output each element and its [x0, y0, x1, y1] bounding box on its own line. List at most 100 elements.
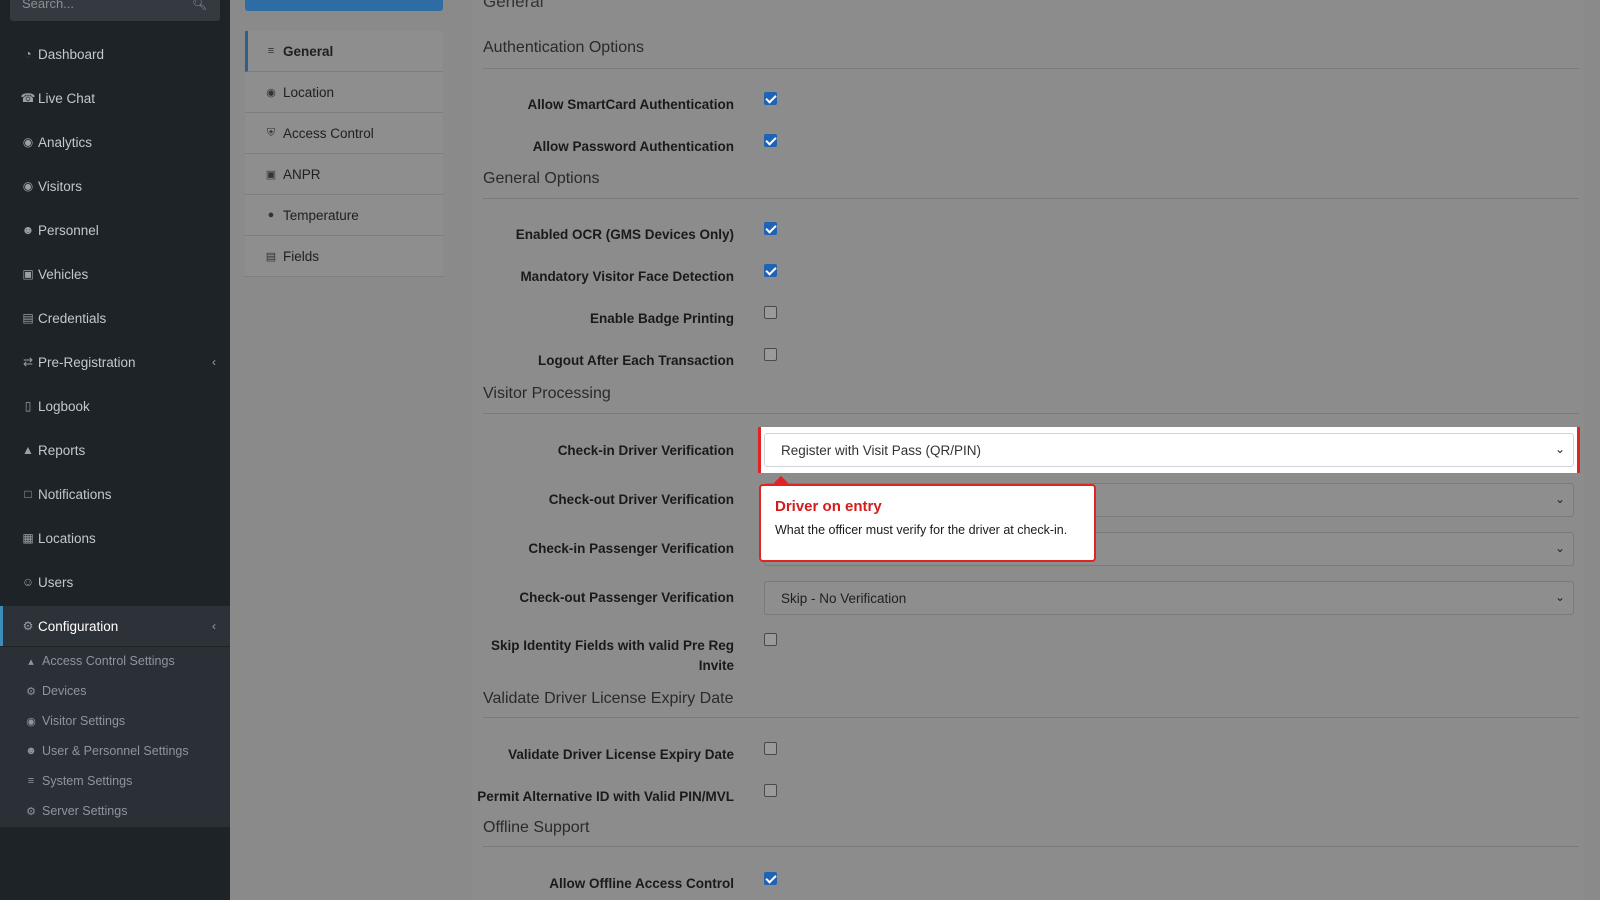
page-title: General [483, 0, 544, 11]
sidebar-item-configuration[interactable]: ⚙ Configuration ‹ [0, 606, 230, 646]
permit-alt-id-checkbox[interactable] [764, 784, 777, 797]
chevron-left-icon: ‹ [212, 355, 216, 369]
checkin-passenger-label: Check-in Passenger Verification [528, 541, 734, 556]
sliders-icon: ≡ [27, 775, 35, 787]
chevron-down-icon: ⌄ [1554, 492, 1565, 506]
face-detection-checkbox[interactable] [764, 264, 777, 277]
sidebar-item-vehicles[interactable]: ▣ Vehicles [0, 254, 230, 294]
subnav-label: System Settings [42, 774, 133, 788]
sidebar-search[interactable]: 🔍︎ [10, 0, 220, 21]
ocr-checkbox[interactable] [764, 222, 777, 235]
divider [483, 413, 1579, 414]
tooltip: Driver on entry What the officer must ve… [759, 484, 1096, 562]
chart-icon: ▲ [22, 443, 34, 457]
building-icon: ▦ [22, 531, 34, 545]
validate-license-checkbox[interactable] [764, 742, 777, 755]
subnav-label: User & Personnel Settings [42, 744, 189, 758]
sidebar-item-visitors[interactable]: ◉ Visitors [0, 166, 230, 206]
badge-printing-checkbox[interactable] [764, 306, 777, 319]
sidebar-item-label: Notifications [38, 486, 112, 502]
subnav-system-settings[interactable]: ≡ System Settings [0, 767, 230, 795]
logout-checkbox[interactable] [764, 348, 777, 361]
checkout-passenger-select[interactable]: Skip - No Verification ⌄ [764, 581, 1574, 615]
subnav-label: Server Settings [42, 804, 128, 818]
divider [483, 68, 1579, 69]
settings-tab-label: Fields [283, 248, 320, 264]
subnav-access-control-settings[interactable]: ▴ Access Control Settings [0, 647, 230, 675]
settings-action-button[interactable] [245, 0, 443, 11]
sidebar-item-pre-registration[interactable]: ⇄ Pre-Registration ‹ [0, 342, 230, 382]
eye-icon: ◉ [26, 715, 36, 728]
settings-tab-location[interactable]: ◉ Location [245, 72, 443, 113]
skip-identity-checkbox[interactable] [764, 633, 777, 646]
sidebar-item-dashboard[interactable]: ◔ Dashboard [0, 34, 230, 74]
checkin-driver-select[interactable]: Register with Visit Pass (QR/PIN) ⌄ [764, 433, 1574, 467]
skip-identity-label-line1: Skip Identity Fields with valid Pre Reg [490, 638, 734, 653]
form-icon: ▤ [265, 250, 277, 263]
sliders-icon: ≡ [267, 45, 275, 57]
sidebar-item-label: Dashboard [38, 46, 105, 62]
password-checkbox[interactable] [764, 134, 777, 147]
subnav-devices[interactable]: ⚙ Devices [0, 677, 230, 705]
chevron-left-icon: ‹ [212, 619, 216, 633]
settings-tab-label: Temperature [283, 207, 359, 223]
settings-tab-fields[interactable]: ▤ Fields [245, 236, 443, 277]
settings-tab-temperature[interactable]: ● Temperature [245, 195, 443, 236]
section-auth-heading: Authentication Options [483, 39, 644, 56]
sidebar-item-locations[interactable]: ▦ Locations [0, 518, 230, 558]
sidebar-item-label: Configuration [38, 618, 119, 634]
sidebar-item-live-chat[interactable]: ☎ Live Chat [0, 78, 230, 118]
chevron-down-icon: ⌄ [1554, 442, 1565, 456]
device-icon: ⚙ [26, 685, 36, 698]
sidebar-item-personnel[interactable]: ☻ Personnel [0, 210, 230, 250]
offline-access-checkbox[interactable] [764, 872, 777, 885]
checkin-driver-label: Check-in Driver Verification [557, 443, 734, 458]
section-license-heading: Validate Driver License Expiry Date [483, 690, 734, 707]
sidebar-item-analytics[interactable]: ◉ Analytics [0, 122, 230, 162]
logout-label: Logout After Each Transaction [537, 353, 734, 368]
sidebar-item-label: Visitors [38, 178, 83, 194]
car-icon: ▣ [22, 267, 34, 281]
sidebar-item-credentials[interactable]: ▤ Credentials [0, 298, 230, 338]
thermometer-icon: ● [267, 209, 275, 221]
subnav-server-settings[interactable]: ⚙ Server Settings [0, 797, 230, 825]
sidebar-item-label: Users [38, 574, 74, 590]
divider [483, 717, 1579, 718]
sidebar-item-users[interactable]: ☺ Users [0, 562, 230, 602]
badge-printing-label: Enable Badge Printing [589, 311, 734, 326]
sidebar: 🔍︎ ◔ Dashboard ☎ Live Chat ◉ Analytics ◉… [0, 0, 230, 900]
sidebar-item-reports[interactable]: ▲ Reports [0, 430, 230, 470]
checkin-driver-value: Register with Visit Pass (QR/PIN) [781, 442, 982, 458]
tooltip-title: Driver on entry [775, 498, 882, 515]
target-icon: ◉ [22, 135, 34, 149]
sidebar-item-logbook[interactable]: ▯ Logbook [0, 386, 230, 426]
sidebar-item-notifications[interactable]: □ Notifications [0, 474, 230, 514]
user-gear-icon: ☻ [25, 745, 37, 757]
chevron-down-icon: ⌄ [1554, 590, 1565, 604]
smartcard-checkbox[interactable] [764, 92, 777, 105]
car-icon: ▣ [265, 168, 277, 181]
eye-icon: ◉ [22, 179, 34, 193]
id-card-icon: ▤ [22, 311, 34, 325]
settings-tab-label: Location [283, 84, 335, 100]
search-input[interactable] [22, 0, 192, 11]
settings-tab-access-control[interactable]: ⛨ Access Control [245, 113, 443, 154]
sidebar-item-label: Locations [38, 530, 96, 546]
settings-tab-general[interactable]: ≡ General [245, 31, 443, 72]
section-general-heading: General Options [483, 170, 600, 187]
sidebar-item-label: Pre-Registration [38, 354, 136, 370]
sidebar-item-label: Personnel [38, 222, 99, 238]
shield-icon: ⛨ [266, 126, 276, 139]
sidebar-item-label: Credentials [38, 310, 107, 326]
search-icon[interactable]: 🔍︎ [192, 0, 207, 11]
section-offline-heading: Offline Support [483, 819, 590, 836]
subnav-visitor-settings[interactable]: ◉ Visitor Settings [0, 707, 230, 735]
settings-tab-anpr[interactable]: ▣ ANPR [245, 154, 443, 195]
configuration-submenu: ▴ Access Control Settings ⚙ Devices ◉ Vi… [0, 647, 230, 827]
subnav-user-personnel-settings[interactable]: ☻ User & Personnel Settings [0, 737, 230, 765]
tooltip-body: What the officer must verify for the dri… [775, 523, 1068, 537]
smartcard-label: Allow SmartCard Authentication [527, 97, 734, 112]
settings-tab-label: Access Control [283, 125, 374, 141]
map-pin-icon: ◉ [266, 86, 276, 99]
headset-icon: ☎ [20, 91, 36, 105]
